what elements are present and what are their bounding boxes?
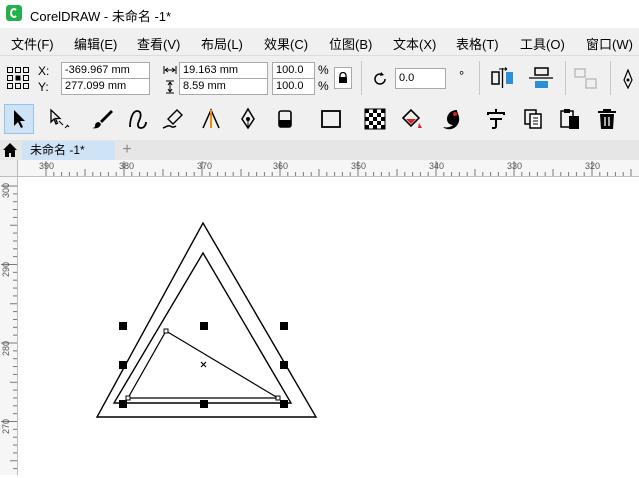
ruler-label: 320 (585, 161, 601, 171)
artistic-media-button[interactable] (87, 104, 117, 134)
checker-icon (364, 108, 386, 130)
ruler-label: 340 (429, 161, 445, 171)
pen-nib-icon (241, 107, 255, 130)
toolbox (0, 100, 639, 141)
degree-symbol: ° (459, 68, 465, 83)
interactive-fill-button[interactable] (397, 104, 427, 134)
scale-x-percent: % (318, 63, 329, 77)
ruler-label: 270 (1, 418, 11, 434)
pen-tool-button[interactable] (233, 104, 263, 134)
menu-tools[interactable]: 工具(O) (520, 34, 565, 53)
ruler-label: 380 (119, 161, 135, 171)
document-tab-bar: 未命名 -1* + (0, 140, 639, 160)
ruler-label: 390 (39, 161, 55, 171)
ruler-label: 280 (1, 340, 11, 356)
ruler-label: 350 (351, 161, 367, 171)
lock-icon (339, 72, 347, 83)
y-label: Y: (38, 80, 49, 94)
app-logo-icon (6, 5, 22, 21)
paste-icon (560, 109, 579, 129)
eraser-icon (278, 110, 292, 128)
copy-icon (524, 109, 542, 129)
lock-ratio-button[interactable] (334, 67, 352, 89)
new-tab-button[interactable]: + (118, 141, 136, 159)
ruler-label: 330 (507, 161, 523, 171)
menu-view[interactable]: 查看(V) (137, 34, 180, 53)
rectangle-tool-button[interactable] (316, 104, 346, 134)
scale-y-percent: % (318, 79, 329, 93)
paste-button[interactable] (555, 104, 585, 134)
ruler-origin-corner[interactable] (0, 160, 18, 177)
rotation-field[interactable]: 0.0 (395, 68, 446, 89)
text-tool-button[interactable] (481, 104, 511, 134)
menu-file[interactable]: 文件(F) (11, 34, 54, 53)
ruler-label: 290 (1, 261, 11, 277)
menu-bar: 文件(F) 编辑(E) 查看(V) 布局(L) 效果(C) 位图(B) 文本(X… (0, 28, 639, 56)
mirror-horizontal-icon[interactable] (490, 67, 516, 89)
calligraphy-button[interactable] (158, 104, 188, 134)
width-field[interactable]: 19.163 mm (179, 62, 268, 79)
dimension-icon (202, 108, 220, 129)
transparency-tool-button[interactable] (360, 104, 390, 134)
freehand-curve-button[interactable] (123, 104, 153, 134)
brush-icon (92, 110, 113, 129)
eraser-tool-button[interactable] (270, 104, 300, 134)
shape-tool-icon (50, 108, 70, 129)
ruler-label: 300 (1, 182, 11, 198)
shape-tool-button[interactable] (44, 104, 74, 134)
dimension-tool-button[interactable] (196, 104, 226, 134)
y-position-field[interactable]: 277.099 mm (61, 78, 150, 95)
title-bar: CorelDRAW - 未命名 -1* (0, 0, 639, 28)
x-position-field[interactable]: -369.967 mm (61, 62, 150, 79)
copy-button[interactable] (518, 104, 548, 134)
menu-effects[interactable]: 效果(C) (264, 34, 308, 53)
center-marker[interactable] (200, 361, 207, 368)
property-bar: X: Y: -369.967 mm 277.099 mm 19.163 mm 8… (0, 56, 639, 101)
ruler-label: 370 (197, 161, 213, 171)
trash-icon (598, 109, 616, 129)
drawing-surface (95, 221, 318, 418)
height-icon (166, 80, 174, 94)
curve-icon (129, 110, 147, 129)
window-title: CorelDRAW - 未命名 -1* (30, 9, 172, 24)
x-label: X: (38, 64, 50, 78)
drawing-canvas[interactable] (18, 177, 639, 475)
horizontal-ruler-ticks (45, 161, 632, 176)
smart-fill-icon (443, 110, 460, 130)
pointer-icon (14, 110, 25, 128)
outer-triangle[interactable] (95, 221, 318, 418)
width-icon (163, 66, 177, 74)
vertical-ruler[interactable]: 300 290 280 270 (0, 160, 18, 475)
scale-x-field[interactable]: 100.0 (272, 62, 315, 79)
menu-edit[interactable]: 编辑(E) (74, 34, 117, 53)
rotate-icon (374, 72, 386, 85)
fill-bucket-icon (401, 108, 422, 128)
tab-document[interactable]: 未命名 -1* (22, 141, 115, 160)
calligraphy-icon (162, 109, 183, 129)
horizontal-ruler[interactable]: 390 380 370 360 350 340 330 320 (17, 160, 639, 177)
align-objects-icon[interactable] (573, 67, 599, 91)
ruler-label: 360 (273, 161, 289, 171)
menu-text[interactable]: 文本(X) (393, 34, 436, 53)
menu-bitmaps[interactable]: 位图(B) (329, 34, 372, 53)
scale-y-field[interactable]: 100.0 (272, 78, 315, 95)
rectangle-icon (321, 110, 341, 128)
height-field[interactable]: 8.59 mm (179, 78, 268, 95)
object-origin-icon[interactable] (6, 66, 30, 90)
mirror-vertical-icon[interactable] (528, 67, 554, 89)
pick-tool-button[interactable] (4, 104, 34, 134)
menu-layout[interactable]: 布局(L) (201, 34, 243, 53)
smart-fill-button[interactable] (436, 104, 466, 134)
menu-table[interactable]: 表格(T) (456, 34, 499, 53)
delete-button[interactable] (592, 104, 622, 134)
text-tool-icon (487, 109, 505, 129)
menu-window[interactable]: 窗口(W) (586, 34, 633, 53)
home-icon[interactable] (2, 142, 18, 158)
pen-outline-icon[interactable] (622, 69, 634, 89)
